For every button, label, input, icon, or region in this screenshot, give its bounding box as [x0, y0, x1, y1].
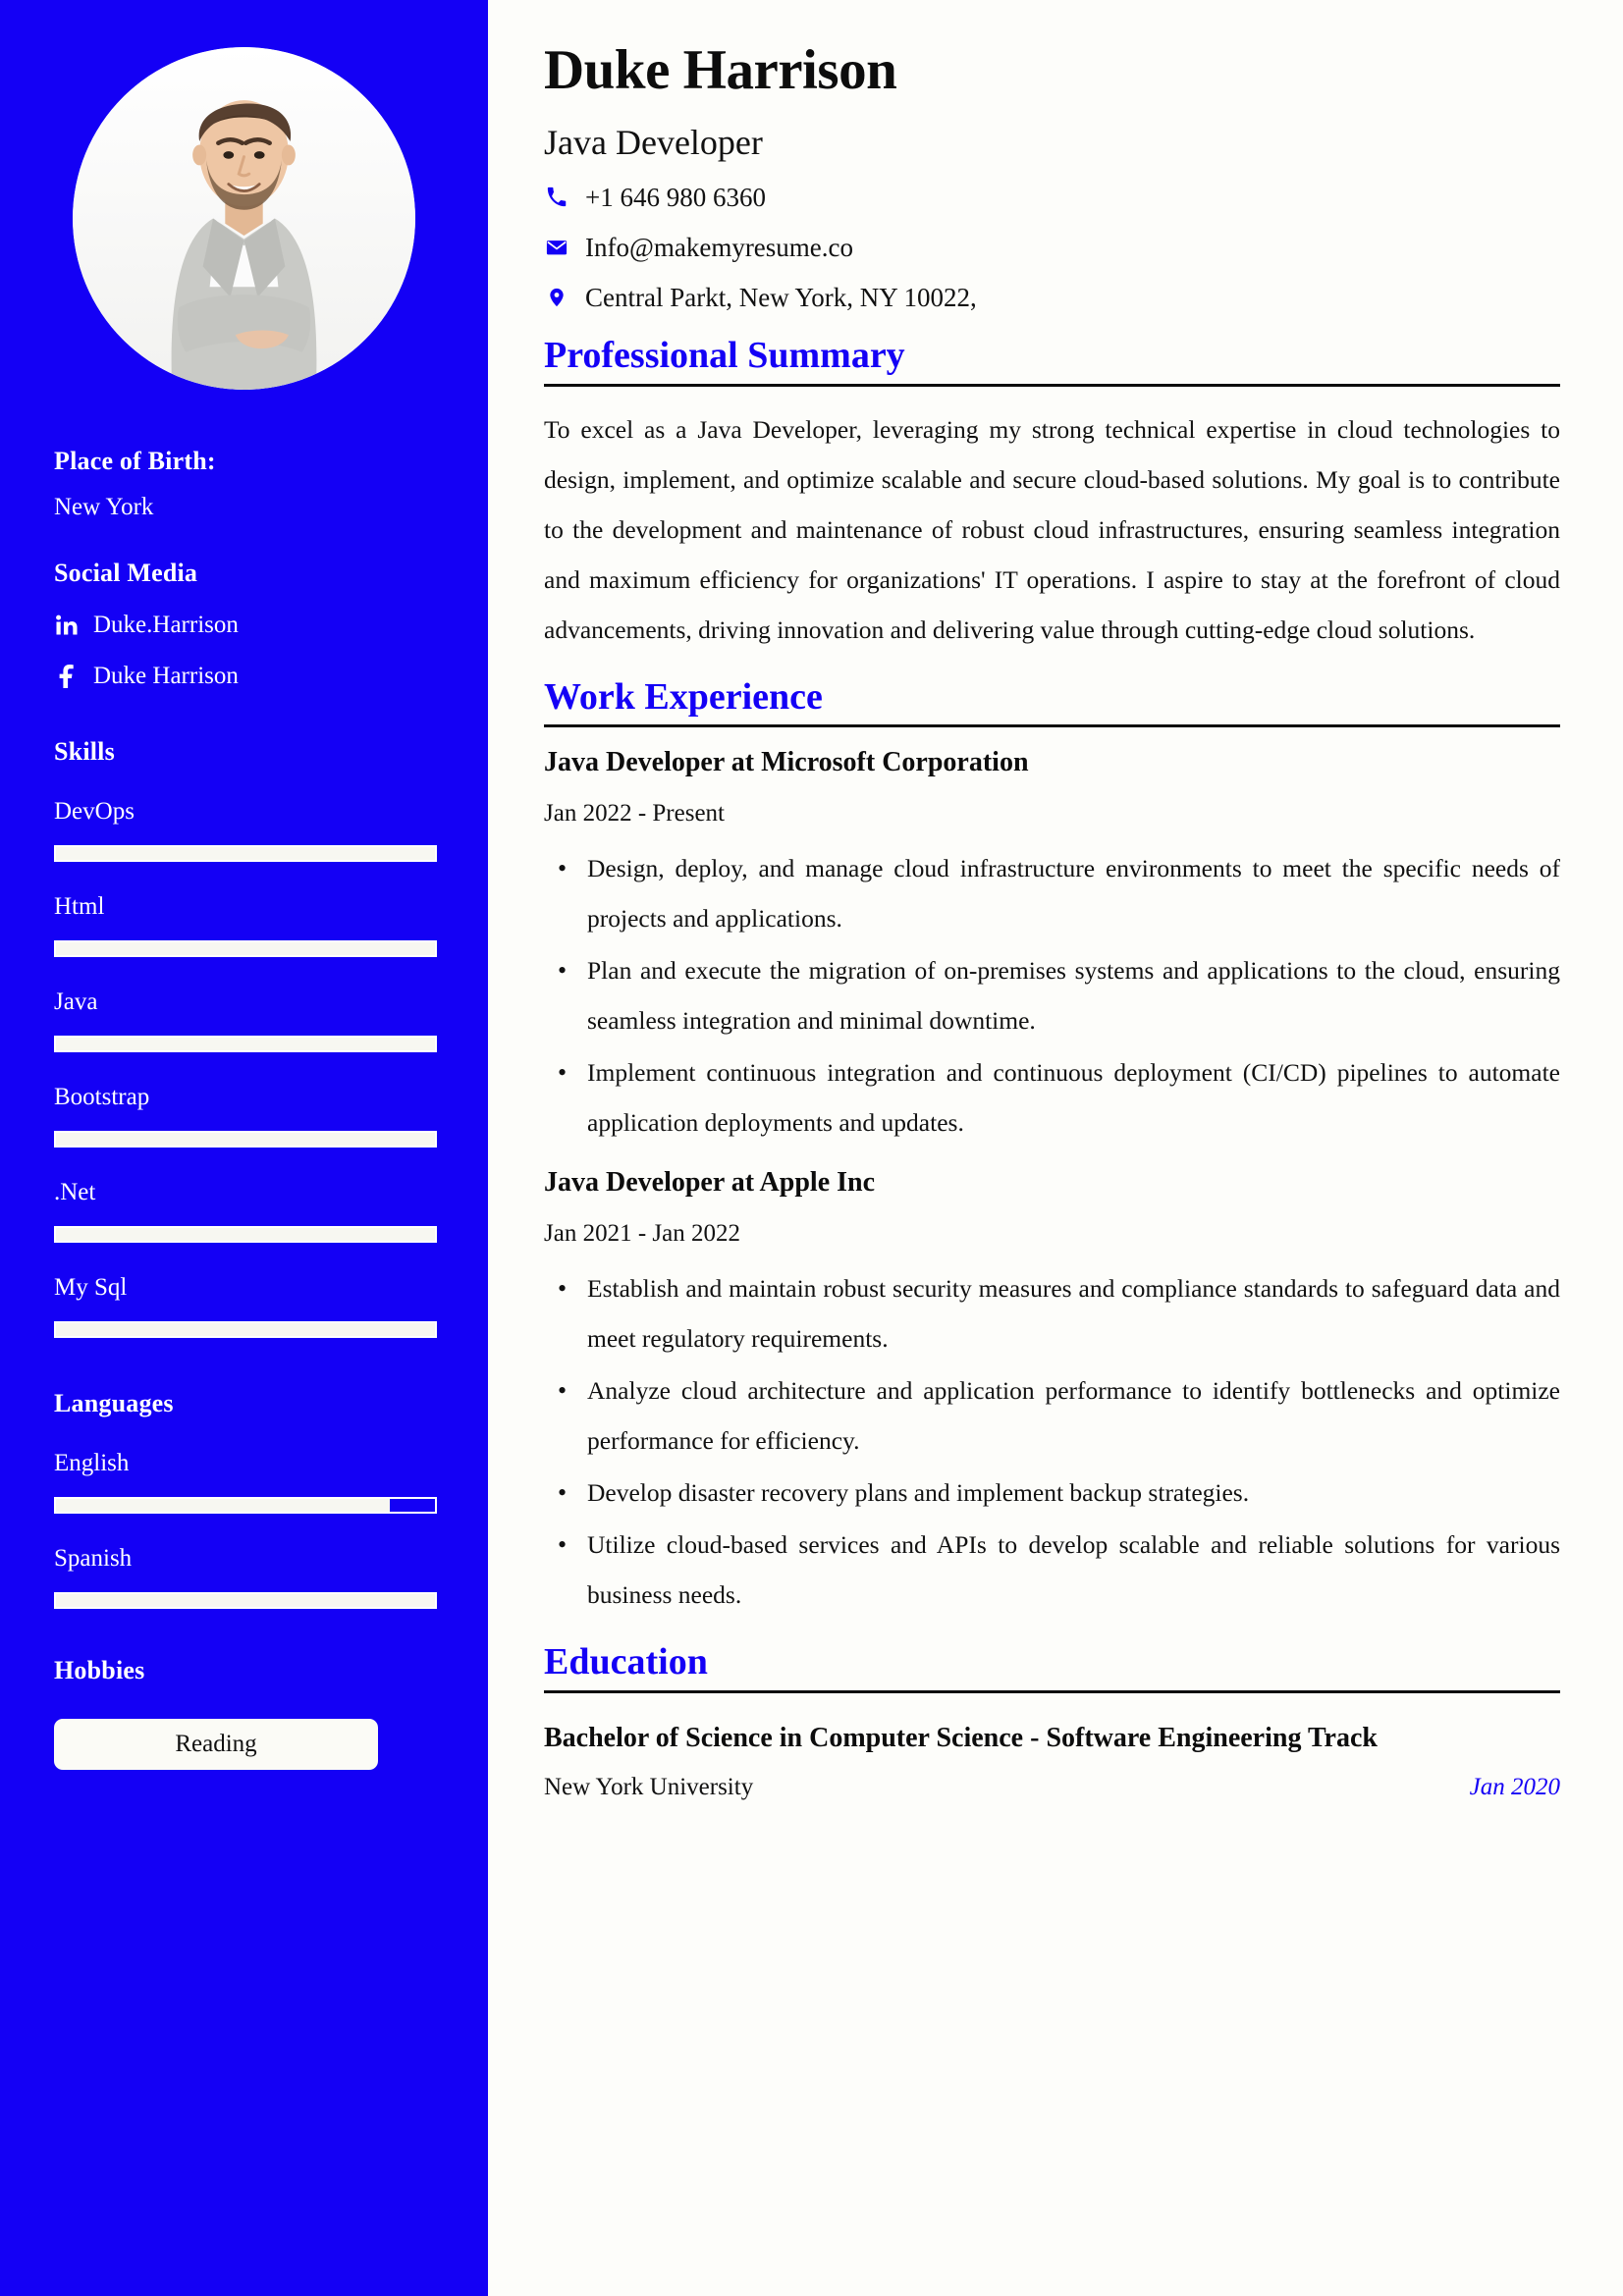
page-title: Duke Harrison	[544, 39, 897, 101]
map-pin-icon	[544, 284, 569, 311]
skill-item: Bootstrap	[54, 1084, 437, 1148]
skill-item: Java	[54, 988, 437, 1052]
language-progress-remainder	[389, 1499, 435, 1512]
resume-page: Place of Birth: New York Social Media Du…	[0, 0, 1623, 2296]
language-label: Spanish	[54, 1545, 133, 1572]
skills-block: Skills DevOps Html Java Bootstrap .Net M…	[54, 737, 437, 1338]
hobbies-block: Hobbies Reading	[54, 1656, 434, 1770]
skill-progress-fill	[56, 1133, 435, 1146]
place-of-birth-block: Place of Birth: New York	[54, 447, 434, 521]
language-progress-bar	[54, 1592, 437, 1609]
section-divider	[544, 1689, 1560, 1693]
place-of-birth-heading: Place of Birth:	[54, 447, 216, 475]
job-dates: Jan 2022 - Present	[544, 800, 725, 828]
place-of-birth-value: New York	[54, 494, 154, 520]
professional-summary-text: To excel as a Java Developer, leveraging…	[544, 414, 1560, 644]
social-label-linkedin: Duke.Harrison	[93, 612, 239, 638]
skill-progress-fill	[56, 1038, 435, 1050]
education-school: New York University	[544, 1773, 754, 1800]
contact-address-value: Central Parkt, New York, NY 10022,	[585, 282, 977, 312]
skill-progress-bar	[54, 1036, 437, 1052]
linkedin-icon	[54, 613, 80, 638]
envelope-icon	[544, 234, 569, 261]
education-entry: Bachelor of Science in Computer Science …	[544, 1713, 1560, 1801]
job-bullet-list: Design, deploy, and manage cloud infrast…	[544, 843, 1560, 1148]
skill-progress-bar	[54, 1226, 437, 1243]
contact-email-value: Info@makemyresume.co	[585, 232, 854, 262]
contact-email[interactable]: Info@makemyresume.co	[544, 233, 1560, 263]
skill-progress-fill	[56, 942, 435, 955]
job-dates: Jan 2021 - Jan 2022	[544, 1220, 740, 1248]
skill-item: My Sql	[54, 1274, 437, 1338]
section-education: Education Bachelor of Science in Compute…	[544, 1641, 1560, 1800]
section-work-experience: Work Experience Java Developer at Micros…	[544, 676, 1560, 1621]
section-title-work-experience: Work Experience	[544, 675, 823, 718]
job-title: Java Developer at Microsoft Corporation	[544, 747, 1029, 778]
skill-label: Html	[54, 893, 105, 920]
education-meta-row: New York University Jan 2020	[544, 1774, 1560, 1801]
skill-item: .Net	[54, 1179, 437, 1243]
work-experience-entry: Java Developer at Apple Inc Jan 2021 - J…	[544, 1167, 1560, 1620]
skills-heading: Skills	[54, 737, 115, 766]
skill-progress-bar	[54, 845, 437, 862]
contact-address[interactable]: Central Parkt, New York, NY 10022,	[544, 283, 1560, 313]
job-title: Java Developer at Apple Inc	[544, 1167, 876, 1199]
language-item: English	[54, 1450, 437, 1514]
skill-item: DevOps	[54, 798, 437, 862]
language-item: Spanish	[54, 1545, 437, 1609]
contact-phone[interactable]: +1 646 980 6360	[544, 183, 1560, 213]
language-progress-fill	[56, 1594, 435, 1607]
skill-progress-bar	[54, 940, 437, 957]
hobby-tag[interactable]: Reading	[54, 1719, 378, 1770]
social-media-heading: Social Media	[54, 559, 198, 587]
languages-block: Languages English Spanish	[54, 1389, 437, 1609]
skill-progress-fill	[56, 847, 435, 860]
language-progress-fill	[56, 1499, 390, 1512]
profile-photo-wrap	[0, 0, 488, 390]
job-role-subtitle: Java Developer	[544, 122, 763, 162]
section-title-professional-summary: Professional Summary	[544, 334, 905, 376]
skill-progress-bar	[54, 1131, 437, 1148]
skill-progress-fill	[56, 1323, 435, 1336]
section-professional-summary: Professional Summary To excel as a Java …	[544, 335, 1560, 655]
section-title-education: Education	[544, 1641, 708, 1683]
facebook-icon	[54, 664, 80, 689]
social-label-facebook: Duke Harrison	[93, 663, 239, 689]
phone-icon	[544, 184, 569, 211]
section-divider	[544, 724, 1560, 728]
job-bullet: Utilize cloud-based services and APIs to…	[558, 1520, 1560, 1620]
skill-label: DevOps	[54, 798, 135, 825]
job-bullet: Design, deploy, and manage cloud infrast…	[558, 843, 1560, 943]
languages-heading: Languages	[54, 1389, 174, 1417]
skill-label: .Net	[54, 1179, 96, 1205]
skill-progress-fill	[56, 1228, 435, 1241]
sidebar: Place of Birth: New York Social Media Du…	[0, 0, 488, 2296]
education-degree: Bachelor of Science in Computer Science …	[544, 1722, 1378, 1753]
section-divider	[544, 383, 1560, 387]
job-bullet: Analyze cloud architecture and applicati…	[558, 1365, 1560, 1466]
job-bullet: Establish and maintain robust security m…	[558, 1263, 1560, 1363]
skill-item: Html	[54, 893, 437, 957]
skill-label: My Sql	[54, 1274, 128, 1301]
main-content: Duke Harrison Java Developer +1 646 980 …	[488, 0, 1623, 2296]
education-date: Jan 2020	[1469, 1773, 1560, 1800]
language-label: English	[54, 1450, 130, 1476]
job-bullet-list: Establish and maintain robust security m…	[544, 1263, 1560, 1620]
work-experience-entry: Java Developer at Microsoft Corporation …	[544, 747, 1560, 1148]
hobbies-heading: Hobbies	[54, 1656, 145, 1684]
job-bullet: Develop disaster recovery plans and impl…	[558, 1468, 1560, 1519]
avatar	[73, 47, 415, 390]
social-link-linkedin[interactable]: Duke.Harrison	[54, 612, 434, 639]
skill-progress-bar	[54, 1321, 437, 1338]
job-bullet: Plan and execute the migration of on-pre…	[558, 945, 1560, 1045]
social-link-facebook[interactable]: Duke Harrison	[54, 663, 434, 690]
social-media-block: Social Media Duke.Harrison Duke Harrison	[54, 559, 434, 690]
job-bullet: Implement continuous integration and con…	[558, 1047, 1560, 1148]
skill-label: Java	[54, 988, 98, 1015]
language-progress-bar	[54, 1497, 437, 1514]
contact-phone-value: +1 646 980 6360	[585, 182, 766, 212]
skill-label: Bootstrap	[54, 1084, 150, 1110]
